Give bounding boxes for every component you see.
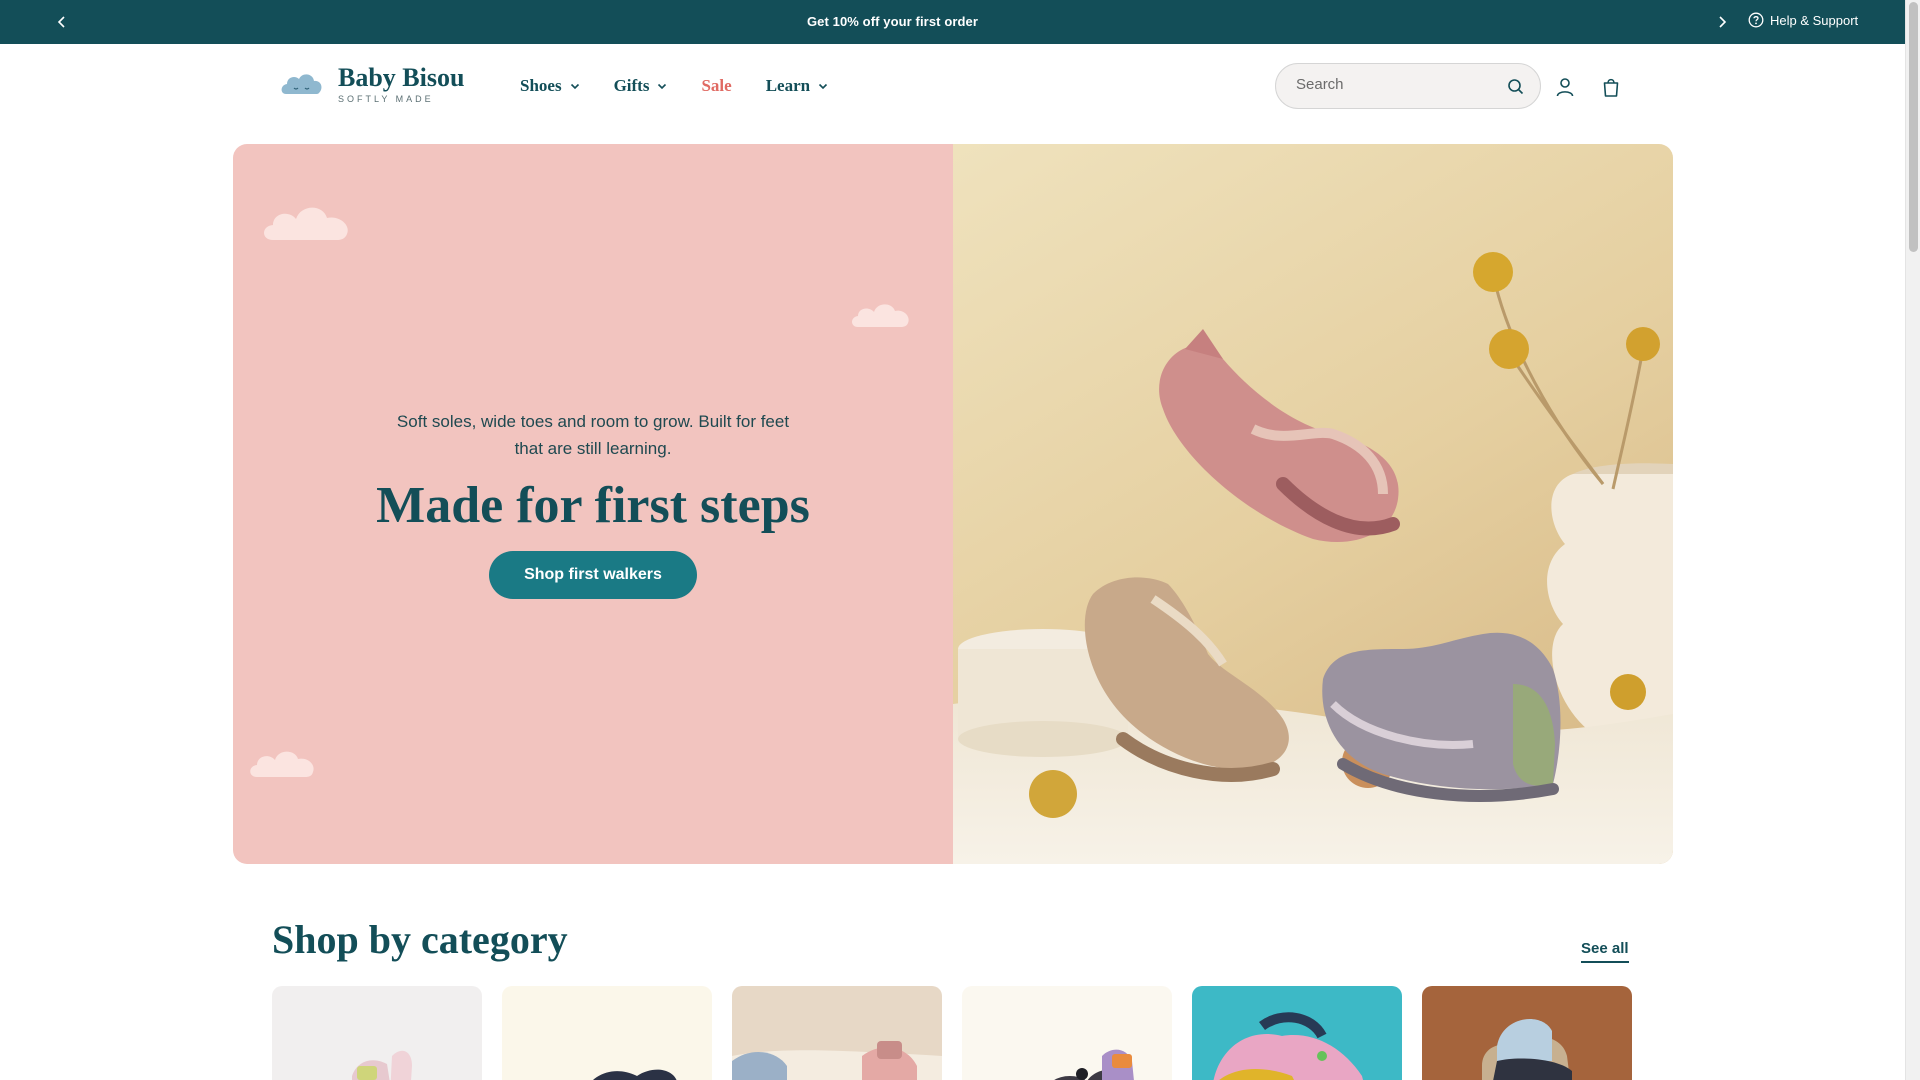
brand-name: Baby Bisou — [338, 63, 465, 92]
cloud-logo-icon — [281, 74, 322, 94]
cloud-icon — [852, 304, 909, 327]
chevron-down-icon — [570, 83, 579, 90]
brand-tagline: SOFTLY MADE — [338, 94, 434, 104]
search-icon[interactable] — [1506, 77, 1526, 97]
category-card[interactable] — [1192, 986, 1402, 1080]
nav-item-label: Learn — [765, 76, 811, 95]
hero-title: Made for first steps — [376, 477, 810, 534]
chevron-right-icon — [1719, 16, 1727, 28]
main-nav: Shoes Gifts Sale Learn — [520, 76, 828, 96]
help-support-label: Help & Support — [1770, 12, 1859, 28]
see-all-link[interactable]: See all — [1581, 940, 1629, 963]
shopping-bag-icon[interactable] — [1599, 75, 1623, 99]
help-support-link[interactable]: Help & Support — [1748, 12, 1858, 28]
hero-text-panel: Soft soles, wide toes and room to grow. … — [233, 144, 953, 864]
nav-item-label: Gifts — [613, 76, 650, 95]
nav-item-sale[interactable]: Sale — [701, 76, 731, 96]
category-image — [732, 986, 942, 1080]
brand-text: Baby Bisou SOFTLY MADE — [338, 63, 465, 105]
account-icon[interactable] — [1553, 75, 1577, 99]
category-image — [1192, 986, 1402, 1080]
next-announcement-button[interactable] — [1712, 12, 1732, 32]
nav-item-gifts[interactable]: Gifts — [614, 76, 668, 96]
chevron-down-icon — [819, 83, 828, 90]
category-card[interactable] — [962, 986, 1172, 1080]
page-scrollbar[interactable] — [1905, 0, 1920, 1080]
hero-banner: Soft soles, wide toes and room to grow. … — [233, 144, 1673, 864]
cloud-icon — [250, 751, 314, 777]
hero-subtitle: Soft soles, wide toes and room to grow. … — [396, 412, 790, 458]
nav-item-learn[interactable]: Learn — [766, 76, 828, 96]
help-circle-icon — [1748, 12, 1764, 28]
category-cards — [272, 986, 1632, 1080]
scrollbar-thumb[interactable] — [1909, 2, 1918, 252]
section-title: Shop by category — [272, 917, 568, 962]
chevron-down-icon — [658, 83, 667, 90]
search-input[interactable] — [1296, 76, 1496, 93]
shop-first-walkers-button[interactable]: Shop first walkers — [489, 551, 697, 599]
announcement-bar: Get 10% off your first order Help & Supp… — [0, 0, 1905, 44]
category-image — [272, 986, 482, 1080]
category-image — [1422, 986, 1632, 1080]
announcement-message: Get 10% off your first order — [806, 14, 979, 29]
hero-image — [953, 144, 1673, 864]
category-card[interactable] — [732, 986, 942, 1080]
category-card[interactable] — [502, 986, 712, 1080]
nav-item-shoes[interactable]: Shoes — [520, 76, 580, 96]
site-header: Baby Bisou SOFTLY MADE Shoes Gifts Sale … — [0, 44, 1905, 144]
category-card[interactable] — [272, 986, 482, 1080]
nav-item-label: Sale — [701, 76, 732, 95]
search-box — [1275, 63, 1541, 109]
nav-item-label: Shoes — [520, 76, 562, 95]
brand-logo[interactable]: Baby Bisou SOFTLY MADE — [278, 64, 464, 104]
category-image — [502, 986, 712, 1080]
baby-shoes-photo — [953, 144, 1673, 864]
category-card[interactable] — [1422, 986, 1632, 1080]
cloud-icon — [264, 207, 348, 240]
category-image — [962, 986, 1172, 1080]
